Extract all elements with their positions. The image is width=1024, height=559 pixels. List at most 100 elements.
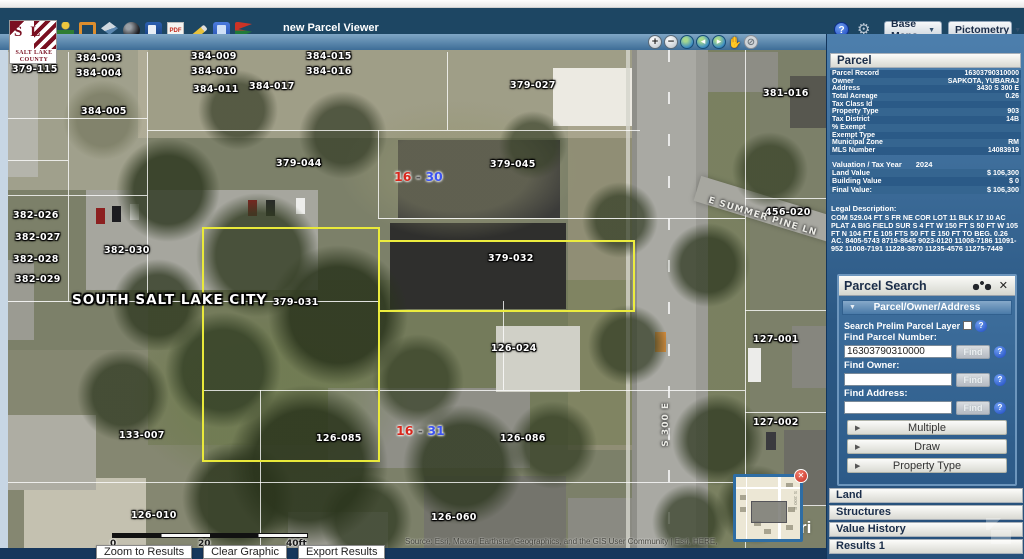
parcel-label: 384-005	[81, 106, 127, 117]
parcel-label: 133-007	[119, 430, 165, 441]
panel-bottom-sections: Land Structures Value History Results 1	[829, 488, 1023, 556]
parcel-field-row: Address3430 S 300 E	[830, 85, 1021, 93]
section-results-1[interactable]: Results 1	[829, 539, 1023, 554]
parcel-label: 382-030	[104, 245, 150, 256]
accordion-multiple[interactable]: Multiple	[847, 420, 1007, 435]
parcel-label: 384-010	[191, 66, 237, 77]
parcel-search-body: Search Prelim Parcel Layer ? Find Parcel…	[839, 318, 1015, 473]
parcel-label: 126-060	[431, 512, 477, 523]
pan-icon[interactable]	[728, 35, 742, 49]
zoom-out-icon[interactable]	[664, 35, 678, 49]
binoculars-icon	[971, 279, 993, 292]
find-owner-input[interactable]	[844, 373, 952, 386]
parcel-label: 126-010	[131, 510, 177, 521]
left-margin-strip	[0, 50, 8, 548]
section-structures[interactable]: Structures	[829, 505, 1023, 520]
parcel-label: 382-027	[15, 232, 61, 243]
search-accordions: Multiple Draw Property Type	[844, 420, 1010, 473]
top-header-bar: SL SALT LAKE COUNTY new Parcel Viewer ? …	[0, 8, 1024, 34]
parcel-field-row: Property Type903	[830, 108, 1021, 116]
help-icon[interactable]: ?	[994, 374, 1006, 386]
chevron-down-icon: ▼	[928, 27, 935, 34]
parcel-label: 384-003	[76, 53, 122, 64]
deactivate-icon[interactable]	[744, 35, 758, 49]
find-parcel-number-find-button[interactable]: Find	[956, 345, 990, 359]
find-address-find-button[interactable]: Find	[956, 401, 990, 415]
accordion-draw[interactable]: Draw	[847, 439, 1007, 454]
parcel-label: 126-085	[316, 433, 362, 444]
export-results-button[interactable]: Export Results	[298, 545, 386, 559]
zoom-in-icon[interactable]	[648, 35, 662, 49]
find-owner-row: Find?	[844, 371, 1010, 388]
parcel-field-row: MLS Number14083919	[830, 147, 1021, 155]
chevron-down-icon: ▼	[1014, 27, 1021, 34]
find-owner-find-button[interactable]: Find	[956, 373, 990, 387]
parcel-label: 384-011	[193, 84, 239, 95]
prelim-layer-checkbox[interactable]	[963, 321, 972, 330]
parcel-label: 126-024	[491, 343, 537, 354]
find-address-label: Find Address:	[844, 388, 1010, 399]
parcel-label: 127-002	[753, 417, 799, 428]
close-icon[interactable]	[794, 469, 808, 483]
parcel-label: 127-001	[753, 334, 799, 345]
parcel-field-row: Tax District14B	[830, 116, 1021, 124]
tax-sale-label: 16 - 30	[394, 169, 443, 184]
next-extent-icon[interactable]	[712, 35, 726, 49]
parcel-label: 382-028	[13, 254, 59, 265]
find-fields: Find Parcel Number:Find?Find Owner:Find?…	[844, 332, 1010, 416]
parcel-field-row: Parcel Record16303790310000	[830, 70, 1021, 78]
street-label-300-e: S 300 E	[661, 402, 671, 447]
parcel-label: 379-031	[273, 297, 319, 308]
parcel-label: 384-015	[306, 51, 352, 62]
accordion-property-type[interactable]: Property Type	[847, 458, 1007, 473]
parcel-section-header[interactable]: Parcel	[830, 53, 1021, 68]
parcel-label: 379-115	[12, 64, 58, 75]
parcel-search-title: Parcel Search	[844, 279, 967, 293]
logo-text-line1: SALT LAKE	[10, 50, 57, 56]
valuation-block: Valuation / Tax Year 2024 Land Value$ 10…	[830, 160, 1021, 194]
clear-graphic-button[interactable]: Clear Graphic	[203, 545, 287, 559]
legal-description-label: Legal Description:	[831, 204, 1020, 213]
parcel-field-row: Municipal ZoneRM	[830, 139, 1021, 147]
parcel-label: 384-004	[76, 68, 122, 79]
full-extent-icon[interactable]	[680, 35, 694, 49]
prelim-layer-label: Search Prelim Parcel Layer	[844, 321, 960, 331]
parcel-field-row: OwnerSAPKOTA, YUBARAJ	[830, 78, 1021, 86]
section-land[interactable]: Land	[829, 488, 1023, 503]
zoom-to-results-button[interactable]: Zoom to Results	[96, 545, 192, 559]
parcel-field-row: % Exempt	[830, 124, 1021, 132]
overview-inset-map[interactable]: S 300 E	[733, 474, 803, 542]
parcel-label: 379-027	[510, 80, 556, 91]
help-icon[interactable]: ?	[975, 320, 987, 332]
valuation-year: 2024	[916, 160, 933, 169]
parcel-label: 379-032	[488, 253, 534, 264]
parcel-label: 384-009	[191, 51, 237, 62]
parcel-label: 379-045	[490, 159, 536, 170]
help-icon[interactable]: ?	[994, 402, 1006, 414]
parcel-label: 126-086	[500, 433, 546, 444]
prelim-layer-row: Search Prelim Parcel Layer ?	[844, 319, 1010, 332]
section-value-history[interactable]: Value History	[829, 522, 1023, 537]
parcel-label: 382-026	[13, 210, 59, 221]
parcel-label: 384-016	[306, 66, 352, 77]
accordion-parcel-owner-address[interactable]: Parcel/Owner/Address	[842, 300, 1012, 315]
parcel-field-row: Tax Class Id	[830, 101, 1021, 109]
parcel-label: 384-017	[249, 81, 295, 92]
help-icon[interactable]: ?	[994, 346, 1006, 358]
parcel-fields-table: Parcel Record16303790310000OwnerSAPKOTA,…	[830, 70, 1021, 155]
close-icon[interactable]: ✕	[997, 279, 1010, 292]
find-address-row: Find?	[844, 399, 1010, 416]
previous-extent-icon[interactable]	[696, 35, 710, 49]
scale-bar	[112, 533, 308, 538]
parcel-field-row: Exempt Type	[830, 132, 1021, 140]
map-viewport[interactable]: 379-115 384-003 384-004 384-005 384-009 384-0…	[8, 50, 826, 548]
find-parcel-number-row: Find?	[844, 343, 1010, 360]
find-parcel-number-input[interactable]	[844, 345, 952, 358]
inset-extent-indicator[interactable]	[751, 501, 787, 523]
parcel-field-row: Total Acreage0.26	[830, 93, 1021, 101]
find-address-input[interactable]	[844, 401, 952, 414]
parcel-search-header: Parcel Search ✕	[839, 276, 1015, 296]
browser-strip	[0, 0, 1024, 8]
tax-sale-label: 16 - 31	[396, 423, 445, 438]
logo-sl-letters: SL	[14, 24, 48, 41]
